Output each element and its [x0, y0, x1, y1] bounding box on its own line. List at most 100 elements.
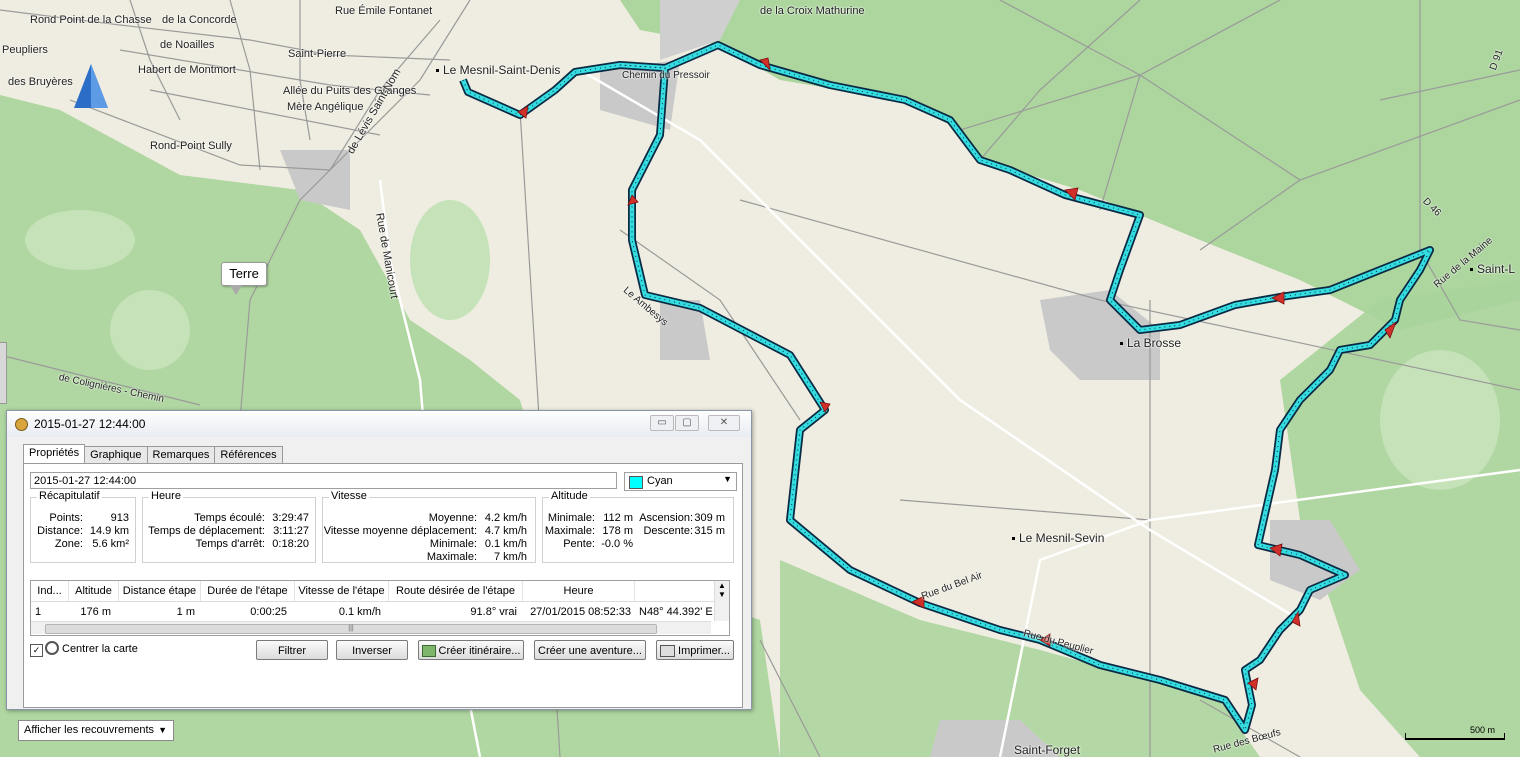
color-label: Cyan — [647, 475, 673, 487]
street-label: de Noailles — [160, 39, 215, 51]
track-name-input[interactable]: 2015-01-27 12:44:00 — [30, 472, 617, 489]
minimize-button[interactable]: ▭ — [650, 415, 674, 431]
column-header[interactable]: Route désirée de l'étape — [389, 581, 523, 601]
track-properties-dialog: 2015-01-27 12:44:00 ▭ ▢ ✕ Propriétés Grap… — [6, 410, 752, 710]
create-route-label: Créer itinéraire... — [438, 645, 521, 657]
tab-bar: Propriétés Graphique Remarques Références — [23, 444, 283, 465]
table-cell: 27/01/2015 08:52:33 — [530, 606, 631, 618]
zone-label: Zone: — [54, 538, 83, 550]
column-header[interactable]: Vitesse de l'étape — [295, 581, 389, 601]
street-label: Saint-Pierre — [288, 48, 347, 60]
descent-label: Descente: — [643, 525, 693, 537]
table-cell: 1 — [35, 606, 42, 618]
column-header[interactable]: Heure — [523, 581, 635, 601]
street-label: de la Concorde — [162, 14, 237, 26]
magnifier-icon — [45, 641, 59, 655]
properties-panel: 2015-01-27 12:44:00 Cyan ▼ Récapitulatif… — [23, 463, 743, 708]
slope-value: -0.0 % — [601, 538, 633, 550]
column-header[interactable]: Durée de l'étape — [201, 581, 295, 601]
color-swatch — [629, 476, 643, 489]
street-label: Peupliers — [2, 44, 48, 56]
print-button[interactable]: Imprimer... — [656, 640, 734, 660]
column-header[interactable]: Distance étape — [119, 581, 201, 601]
horizontal-scrollbar[interactable]: ||| — [31, 621, 711, 634]
dialog-title: 2015-01-27 12:44:00 — [34, 417, 146, 431]
group-title: Altitude — [549, 490, 590, 502]
max-altitude-label: Maximale: — [544, 525, 595, 537]
vertical-scrollbar[interactable]: ▲ ▼ — [714, 581, 729, 621]
distance-value: 14.9 km — [89, 525, 129, 537]
track-points-table[interactable]: Ind... Altitude Distance étape Durée de … — [30, 580, 730, 636]
stop-time-value: 0:18:20 — [272, 538, 309, 550]
table-cell: 0.1 km/h — [338, 606, 381, 618]
overlay-select[interactable]: Afficher les recouvrements ▼ — [18, 720, 174, 741]
time-group: Heure Temps écoulé: 3:29:47 Temps de dépl… — [142, 490, 316, 563]
column-header[interactable]: Ind... — [31, 581, 69, 601]
max-speed-value: 7 km/h — [493, 551, 527, 563]
tab-references[interactable]: Références — [214, 446, 283, 464]
tab-remarques[interactable]: Remarques — [146, 446, 216, 464]
navigation-arrow-icon[interactable] — [74, 64, 108, 108]
dialog-body: Propriétés Graphique Remarques Références 2… — [17, 441, 743, 708]
avg-moving-speed-label: Vitesse moyenne déplacement: — [323, 525, 477, 537]
table-cell: 0:00:25 — [250, 606, 287, 618]
street-label: de la Croix Mathurine — [760, 5, 865, 17]
reverse-button[interactable]: Inverser — [336, 640, 408, 660]
close-button[interactable]: ✕ — [708, 415, 740, 431]
tab-graphique[interactable]: Graphique — [84, 446, 148, 464]
maximize-button[interactable]: ▢ — [675, 415, 699, 431]
chevron-down-icon: ▼ — [158, 725, 167, 735]
street-label: Mère Angélique — [287, 101, 364, 113]
create-adventure-button[interactable]: Créer une aventure... — [534, 640, 646, 660]
street-label: Allée du Puits des Granges — [283, 85, 417, 97]
max-altitude-value: 178 m — [602, 525, 633, 537]
center-map-label: Centrer la carte — [62, 643, 138, 655]
recap-group: Récapitulatif Points: 913 Distance: 14.9 k… — [30, 490, 136, 563]
create-route-button[interactable]: Créer itinéraire... — [418, 640, 524, 660]
route-icon — [421, 645, 436, 658]
chevron-down-icon: ▼ — [723, 474, 732, 484]
points-value: 913 — [110, 512, 129, 524]
speed-group: Vitesse Moyenne: 4.2 km/h Vitesse moyenne… — [322, 490, 536, 563]
place-label-mesnil-sevin: Le Mesnil-Sevin — [1012, 531, 1104, 545]
table-cell: N48° 44.392' E — [639, 606, 713, 618]
table-header: Ind... Altitude Distance étape Durée de … — [31, 581, 729, 602]
filter-button[interactable]: Filtrer — [256, 640, 328, 660]
avg-speed-label: Moyenne: — [428, 512, 477, 524]
moving-time-value: 3:11:27 — [273, 525, 309, 537]
street-label: Rue Émile Fontanet — [335, 5, 433, 17]
tab-proprietes[interactable]: Propriétés — [23, 444, 86, 465]
place-label-saint-l: Saint-L — [1470, 262, 1515, 276]
street-label: Rond Point de la Chasse — [30, 14, 152, 26]
column-header[interactable]: Altitude — [69, 581, 119, 601]
print-label: Imprimer... — [678, 645, 730, 657]
overlay-select-label: Afficher les recouvrements — [24, 724, 155, 736]
elapsed-label: Temps écoulé: — [194, 512, 265, 524]
color-select[interactable]: Cyan ▼ — [624, 472, 737, 491]
stop-time-label: Temps d'arrêt: — [195, 538, 265, 550]
scrollbar-thumb[interactable]: ||| — [45, 624, 657, 634]
slope-label: Pente: — [563, 538, 595, 550]
group-title: Heure — [149, 490, 183, 502]
map-scale: 500 m — [1405, 725, 1505, 740]
group-title: Vitesse — [329, 490, 369, 502]
track-icon — [15, 418, 28, 431]
elapsed-value: 3:29:47 — [272, 512, 309, 524]
min-altitude-value: 112 m — [603, 512, 633, 524]
min-altitude-label: Minimale: — [547, 512, 595, 524]
table-cell: 176 m — [80, 606, 111, 618]
dialog-titlebar[interactable]: 2015-01-27 12:44:00 ▭ ▢ ✕ — [7, 411, 751, 437]
table-cell: 91.8° vrai — [470, 606, 517, 618]
avg-moving-speed-value: 4.7 km/h — [484, 525, 527, 537]
moving-time-label: Temps de déplacement: — [148, 525, 265, 537]
avg-speed-value: 4.2 km/h — [484, 512, 527, 524]
zone-value: 5.6 km² — [92, 538, 129, 550]
place-label-saint-forget: Saint-Forget — [1014, 743, 1081, 757]
printer-icon — [660, 645, 676, 658]
max-speed-label: Maximale: — [426, 551, 477, 563]
altitude-group: Altitude Minimale: 112 m Maximale: 178 m P… — [542, 490, 734, 563]
group-title: Récapitulatif — [37, 490, 102, 502]
center-map-checkbox[interactable]: ✓ — [30, 644, 43, 657]
panel-collapse-handle[interactable] — [0, 342, 7, 404]
points-label: Points: — [49, 512, 83, 524]
